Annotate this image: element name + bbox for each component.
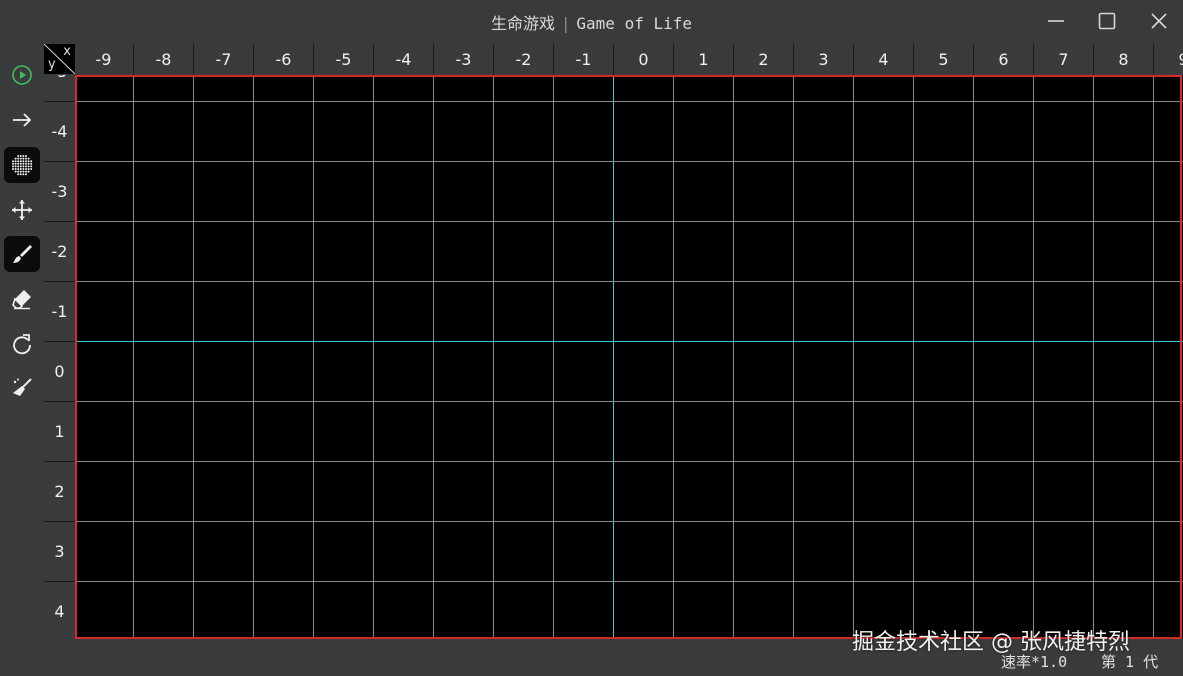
close-button[interactable] [1139, 6, 1179, 36]
x-ruler-label: -8 [133, 44, 193, 75]
draw-tool-button[interactable] [4, 236, 40, 272]
y-ruler-label: -1 [44, 281, 75, 341]
generation-status: 第 1 代 [1101, 653, 1159, 671]
play-button[interactable] [4, 57, 40, 93]
minimize-button[interactable] [1036, 6, 1076, 36]
y-ruler: -5-4-3-2-101234 [44, 75, 75, 640]
x-ruler-label: -1 [553, 44, 613, 75]
grid-tool-button[interactable] [4, 147, 40, 183]
x-ruler-label: -2 [493, 44, 553, 75]
clear-button[interactable] [4, 370, 40, 406]
x-ruler-label: 5 [913, 44, 973, 75]
x-ruler-label: 7 [1033, 44, 1093, 75]
x-ruler-label: 1 [673, 44, 733, 75]
dot-grid-icon [12, 155, 33, 176]
corner-y-label: y [48, 57, 56, 72]
move-arrows-icon [12, 200, 32, 220]
eraser-icon [12, 290, 31, 310]
y-ruler-label: 4 [44, 581, 75, 640]
y-ruler-label: -2 [44, 221, 75, 281]
x-ruler-label: -5 [313, 44, 373, 75]
window-title: 生命游戏 | Game of Life [0, 10, 1183, 34]
corner-x-label: x [63, 44, 71, 59]
x-ruler: -9-8-7-6-5-4-3-2-10123456789 [75, 44, 1183, 75]
x-ruler-label: -4 [373, 44, 433, 75]
title-separator: | [563, 14, 569, 33]
x-ruler-label: -9 [75, 44, 133, 75]
x-ruler-label: -6 [253, 44, 313, 75]
brush-icon [13, 245, 32, 263]
toolbar [0, 44, 44, 640]
maximize-icon [1098, 12, 1116, 30]
y-ruler-label: 0 [44, 341, 75, 401]
move-tool-button[interactable] [4, 192, 40, 228]
eraser-tool-button[interactable] [4, 281, 40, 317]
x-ruler-label: -3 [433, 44, 493, 75]
y-ruler-label: 1 [44, 401, 75, 461]
x-ruler-label: 9 [1153, 44, 1183, 75]
minimize-icon [1048, 20, 1064, 22]
x-ruler-label: 8 [1093, 44, 1153, 75]
ruler-corner: x y [44, 44, 75, 74]
speed-status: 速率*1.0 [1001, 653, 1068, 671]
grid-lines [75, 75, 1183, 639]
close-icon [1151, 13, 1167, 29]
window-title-en: Game of Life [576, 14, 692, 33]
maximize-button[interactable] [1087, 6, 1127, 36]
y-ruler-label: 2 [44, 461, 75, 521]
y-ruler-label: -4 [44, 101, 75, 161]
y-ruler-label: 3 [44, 521, 75, 581]
arrow-right-icon [13, 113, 32, 127]
x-ruler-label: 0 [613, 44, 673, 75]
reset-button[interactable] [4, 326, 40, 362]
y-ruler-label: -5 [44, 75, 75, 101]
x-ruler-label: -7 [193, 44, 253, 75]
play-circle-icon [12, 65, 32, 85]
life-canvas[interactable] [75, 75, 1183, 639]
refresh-icon [13, 334, 31, 355]
window-title-zh: 生命游戏 [491, 14, 556, 33]
x-ruler-label: 6 [973, 44, 1033, 75]
step-button[interactable] [4, 102, 40, 138]
x-ruler-label: 2 [733, 44, 793, 75]
broom-icon [13, 378, 32, 396]
title-bar: 生命游戏 | Game of Life [0, 0, 1183, 44]
y-ruler-label: -3 [44, 161, 75, 221]
x-ruler-label: 4 [853, 44, 913, 75]
x-ruler-label: 3 [793, 44, 853, 75]
watermark: 掘金技术社区 @ 张风捷特烈 [852, 630, 1130, 655]
